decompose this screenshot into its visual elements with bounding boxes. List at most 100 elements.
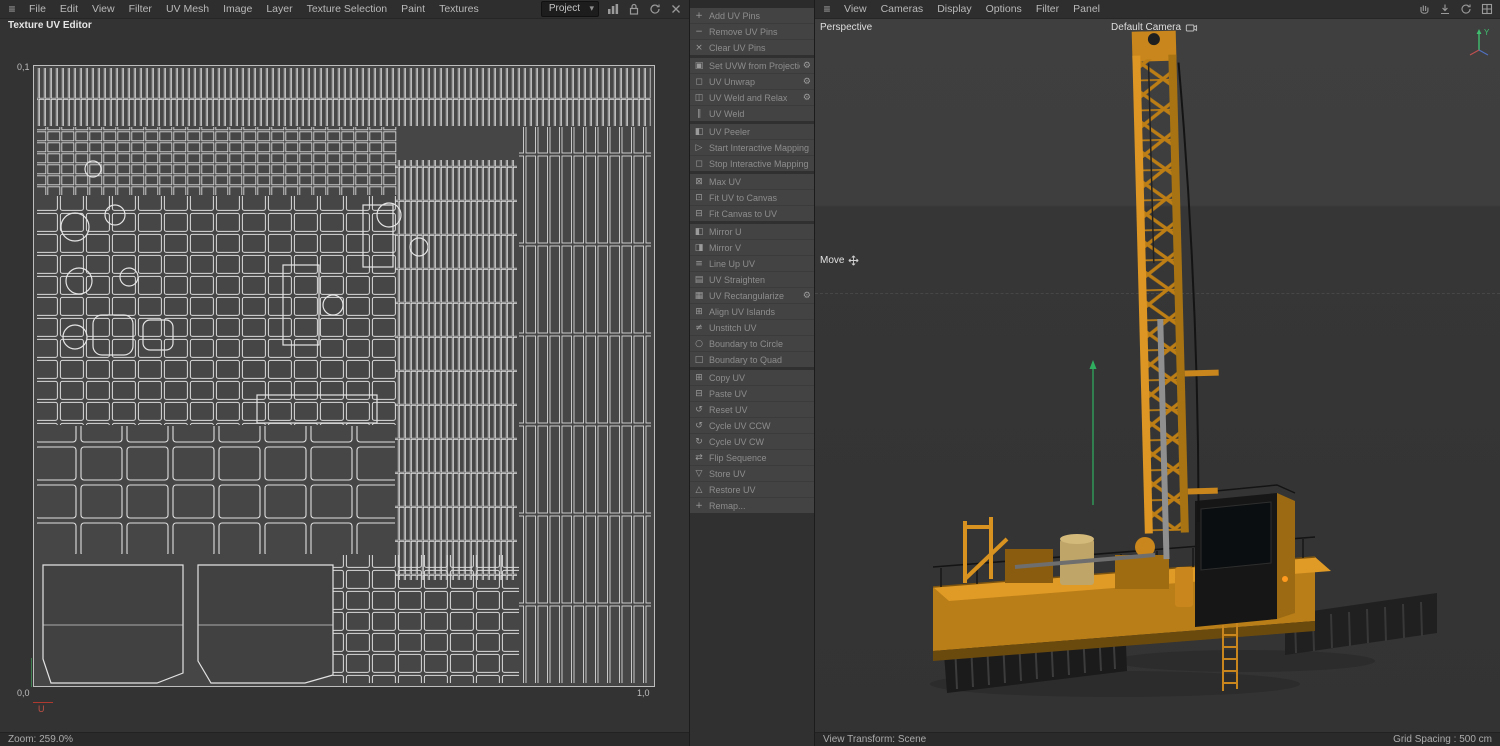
rotate-view-icon[interactable] (1459, 2, 1473, 16)
cmd-remove-uv-pins[interactable]: − Remove UV Pins (690, 24, 814, 40)
boundary-quad-icon: □ (694, 354, 704, 365)
panel-title: Texture UV Editor (8, 20, 92, 31)
cmd-add-uv-pins[interactable]: + Add UV Pins (690, 8, 814, 24)
cmd-uv-straighten[interactable]: ▤ UV Straighten (690, 272, 814, 288)
cmd-label: Paste UV (709, 388, 748, 399)
cmd-label: Boundary to Quad (709, 354, 783, 365)
set-uvw-icon: ▣ (694, 60, 704, 71)
add-uv-pins-icon: + (695, 10, 703, 21)
cmd-mirror-u[interactable]: ◧ Mirror U (690, 224, 814, 240)
cmd-copy-uv[interactable]: ⊞ Copy UV (690, 370, 814, 386)
cmd-label: Cycle UV CCW (709, 420, 771, 431)
refresh-icon[interactable] (648, 2, 662, 16)
cmd-label: Boundary to Circle (709, 338, 784, 349)
reset-uv-icon: ↺ (695, 404, 703, 415)
cmd-flip-sequence[interactable]: ⇄ Flip Sequence (690, 450, 814, 466)
active-camera[interactable]: Default Camera (1111, 22, 1197, 33)
cmd-label: UV Weld and Relax (709, 92, 788, 103)
clipboard-group: ⊞ Copy UV ⊟ Paste UV ↺ Reset UV ↺ Cycle UV C… (690, 370, 814, 513)
cmd-reset-uv[interactable]: ↺ Reset UV (690, 402, 814, 418)
uv-weld-icon: ∥ (696, 108, 702, 119)
layout-view-icon[interactable] (1480, 2, 1494, 16)
gear-icon[interactable]: ⚙ (800, 77, 811, 87)
vp-menu-cameras[interactable]: Cameras (874, 1, 931, 17)
gear-icon[interactable]: ⚙ (800, 61, 811, 71)
vp-menu-panel[interactable]: Panel (1066, 1, 1107, 17)
close-icon[interactable] (669, 2, 683, 16)
cmd-uv-peeler[interactable]: ◧ UV Peeler (690, 124, 814, 140)
gear-icon[interactable]: ⚙ (800, 291, 811, 301)
vp-menu-view[interactable]: View (837, 1, 874, 17)
cmd-cycle-uv-ccw[interactable]: ↺ Cycle UV CCW (690, 418, 814, 434)
cmd-max-uv[interactable]: ⊠ Max UV (690, 174, 814, 190)
lock-icon[interactable] (627, 2, 641, 16)
camera-name-label: Default Camera (1111, 22, 1182, 33)
boundary-circle-icon: ○ (695, 338, 703, 349)
viewport-hamburger-icon[interactable]: ≡ (819, 2, 835, 16)
cmd-uv-unwrap[interactable]: ◻ UV Unwrap ⚙ (690, 74, 814, 90)
dolly-view-icon[interactable] (1438, 2, 1452, 16)
texture-uv-editor-panel: ≡ File Edit View Filter UV Mesh Image La… (0, 0, 690, 746)
cmd-label: UV Weld (709, 108, 745, 119)
menu-hamburger-icon[interactable]: ≡ (4, 2, 20, 16)
menu-textures[interactable]: Textures (432, 1, 486, 17)
cmd-label: Store UV (709, 468, 746, 479)
cmd-boundary-to-circle[interactable]: ○ Boundary to Circle (690, 336, 814, 352)
cmd-stop-interactive-mapping[interactable]: ◻ Stop Interactive Mapping (690, 156, 814, 171)
menu-paint[interactable]: Paint (394, 1, 432, 17)
cmd-uv-rectangularize[interactable]: ▦ UV Rectangularize ⚙ (690, 288, 814, 304)
menu-file[interactable]: File (22, 1, 53, 17)
cmd-unstitch-uv[interactable]: ≠ Unstitch UV (690, 320, 814, 336)
uv-pins-group: + Add UV Pins − Remove UV Pins × Clear UV P… (690, 8, 814, 55)
pan-view-icon[interactable] (1417, 2, 1431, 16)
histogram-icon[interactable] (606, 2, 620, 16)
cmd-boundary-to-quad[interactable]: □ Boundary to Quad (690, 352, 814, 367)
cmd-align-uv-islands[interactable]: ⊞ Align UV Islands (690, 304, 814, 320)
cmd-label: Cycle UV CW (709, 436, 765, 447)
menu-image[interactable]: Image (216, 1, 259, 17)
menu-layer[interactable]: Layer (259, 1, 299, 17)
cycle-ccw-icon: ↺ (695, 420, 703, 431)
store-uv-icon: ▽ (695, 468, 703, 479)
menu-filter[interactable]: Filter (122, 1, 159, 17)
cmd-label: Clear UV Pins (709, 42, 766, 53)
viewport-panel: ≡ View Cameras Display Options Filter Pa… (815, 0, 1500, 746)
cmd-paste-uv[interactable]: ⊟ Paste UV (690, 386, 814, 402)
flip-sequence-icon: ⇄ (695, 452, 703, 463)
cmd-restore-uv[interactable]: △ Restore UV (690, 482, 814, 498)
cmd-start-interactive-mapping[interactable]: ▷ Start Interactive Mapping (690, 140, 814, 156)
cmd-label: Align UV Islands (709, 306, 776, 317)
vp-menu-display[interactable]: Display (930, 1, 978, 17)
uv-coord-bottom-right: 1,0 (637, 688, 650, 698)
cmd-fit-uv-to-canvas[interactable]: ⊡ Fit UV to Canvas (690, 190, 814, 206)
cmd-set-uvw-from-projection[interactable]: ▣ Set UVW from Projection ⚙ (690, 58, 814, 74)
cmd-cycle-uv-cw[interactable]: ↻ Cycle UV CW (690, 434, 814, 450)
menu-uv-mesh[interactable]: UV Mesh (159, 1, 216, 17)
viewport-menubar: ≡ View Cameras Display Options Filter Pa… (815, 0, 1500, 19)
unstitch-uv-icon: ≠ (695, 322, 703, 333)
viewport-3d[interactable]: Perspective Default Camera Move Y (815, 19, 1500, 732)
axis-y-label: Y (1484, 28, 1490, 37)
cmd-line-up-uv[interactable]: ≡ Line Up UV (690, 256, 814, 272)
cmd-remap[interactable]: + Remap... (690, 498, 814, 513)
cmd-uv-weld[interactable]: ∥ UV Weld (690, 106, 814, 121)
uv-unwrap-icon: ◻ (695, 76, 703, 87)
cmd-uv-weld-and-relax[interactable]: ◫ UV Weld and Relax ⚙ (690, 90, 814, 106)
project-dropdown[interactable]: Project ▾ (540, 1, 599, 17)
cmd-fit-canvas-to-uv[interactable]: ⊟ Fit Canvas to UV (690, 206, 814, 221)
cmd-clear-uv-pins[interactable]: × Clear UV Pins (690, 40, 814, 55)
drill-rig-model (930, 30, 1437, 697)
menu-view[interactable]: View (85, 1, 122, 17)
cmd-label: Max UV (709, 176, 742, 187)
cmd-mirror-v[interactable]: ◨ Mirror V (690, 240, 814, 256)
cmd-store-uv[interactable]: ▽ Store UV (690, 466, 814, 482)
menu-edit[interactable]: Edit (53, 1, 85, 17)
vp-menu-options[interactable]: Options (979, 1, 1029, 17)
gear-icon[interactable]: ⚙ (800, 93, 811, 103)
menu-texture-selection[interactable]: Texture Selection (300, 1, 395, 17)
vp-menu-filter[interactable]: Filter (1029, 1, 1066, 17)
uv-canvas[interactable] (33, 65, 655, 687)
viewport-statusbar: View Transform: Scene Grid Spacing : 500… (815, 732, 1500, 746)
active-tool-indicator: Move (820, 255, 859, 266)
view-mode-label[interactable]: Perspective (820, 22, 872, 33)
